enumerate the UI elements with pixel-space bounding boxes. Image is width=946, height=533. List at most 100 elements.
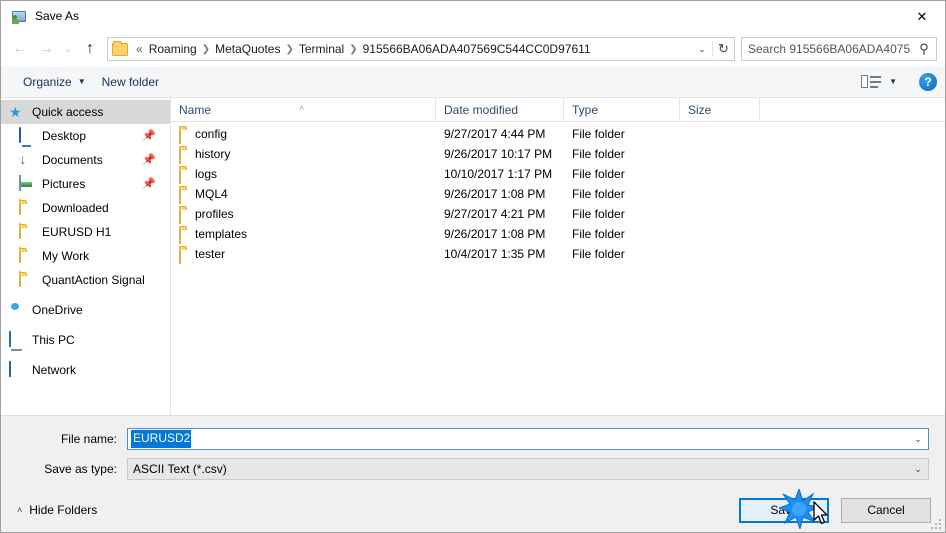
organize-button[interactable]: Organize ▼ [15,71,94,93]
breadcrumb-item-instance[interactable]: 915566BA06ADA407569C544CC0D97611 [360,40,594,58]
back-icon[interactable]: ← [7,36,33,62]
file-name-input[interactable]: EURUSD2 ⌄ [127,428,929,450]
dialog-footer: ˄ Hide Folders Save Cancel [1,488,945,532]
folder-icon [179,126,195,144]
file-name-label: history [195,147,231,161]
column-header-date-modified[interactable]: Date modified [436,97,564,122]
folder-icon [19,223,35,240]
view-options-button[interactable]: ▼ [853,70,905,94]
file-name-label: templates [195,227,248,241]
sidebar-item-label: Network [32,363,77,377]
forward-icon[interactable]: → [33,36,59,62]
folder-icon [179,206,195,224]
file-name-cell: config [171,124,436,144]
recent-locations-icon[interactable]: ⌄ [59,36,77,62]
folder-icon [19,271,35,288]
folder-icon [112,40,128,56]
table-row[interactable]: history 9/26/2017 10:17 PM File folder [171,144,945,164]
cancel-button[interactable]: Cancel [841,497,931,523]
sidebar-item-eurusd-h1[interactable]: EURUSD H1 [1,220,170,244]
sidebar-item-network[interactable]: Network [1,358,170,382]
file-type-cell: File folder [572,207,625,221]
dialog-body: ★ Quick access Desktop 📌 ↓ Documents 📌 P… [1,97,945,415]
file-type-cell: File folder [572,227,625,241]
sidebar-item-documents[interactable]: ↓ Documents 📌 [1,148,170,172]
sidebar-item-pictures[interactable]: Pictures 📌 [1,172,170,196]
address-bar[interactable]: « Roaming ❯ MetaQuotes ❯ Terminal ❯ 9155… [107,37,735,61]
folder-icon [19,199,35,216]
table-row[interactable]: templates 9/26/2017 1:08 PM File folder [171,224,945,244]
folder-icon [179,226,195,244]
folder-icon [179,146,195,164]
hide-folders-button[interactable]: ˄ Hide Folders [13,500,101,520]
chevron-down-icon: ▼ [77,77,86,86]
sidebar-item-downloaded[interactable]: Downloaded [1,196,170,220]
breadcrumb-item-roaming[interactable]: Roaming [146,40,200,58]
file-size-cell [680,164,760,184]
file-size-cell [680,244,760,264]
table-row[interactable]: tester 10/4/2017 1:35 PM File folder [171,244,945,264]
file-name-value: EURUSD2 [131,430,192,448]
view-options-icon [861,74,882,90]
save-as-type-dropdown-icon[interactable]: ⌄ [908,459,928,479]
column-header-type[interactable]: Type [564,97,680,122]
new-folder-button[interactable]: New folder [94,71,167,93]
column-header-name[interactable]: Name ˄ [171,97,436,122]
sidebar-item-quantaction-signal[interactable]: QuantAction Signal [1,268,170,292]
column-header-size[interactable]: Size [680,97,760,122]
pin-icon: 📌 [142,130,156,142]
desktop-icon [19,127,35,144]
sidebar-item-my-work[interactable]: My Work [1,244,170,268]
sidebar-item-label: Pictures [42,177,86,191]
search-icon[interactable]: ⚲ [912,41,936,57]
resize-grip[interactable] [929,517,941,529]
pin-icon: 📌 [142,178,156,190]
title-bar: Save As ✕ [1,1,945,32]
file-name-dropdown-icon[interactable]: ⌄ [908,429,928,449]
sidebar-item-this-pc[interactable]: This PC [1,328,170,352]
file-type-cell: File folder [572,247,625,261]
column-headers: Name ˄ Date modified Type Size [171,97,945,122]
file-name-cell: history [171,144,436,164]
file-name-label: tester [195,247,226,261]
file-name-cell: MQL4 [171,184,436,204]
help-icon[interactable]: ? [919,72,937,91]
sidebar-item-desktop[interactable]: Desktop 📌 [1,124,170,148]
table-row[interactable]: profiles 9/27/2017 4:21 PM File folder [171,204,945,224]
file-name-label: MQL4 [195,187,228,201]
save-as-type-row: Save as type: ASCII Text (*.csv) ⌄ [17,458,929,480]
search-input[interactable] [742,41,912,57]
sidebar-item-label: QuantAction Signal [42,273,145,287]
up-icon[interactable]: ↑ [77,36,103,62]
search-box[interactable]: ⚲ [741,37,937,61]
pin-icon: 📌 [142,154,156,166]
file-size-cell [680,224,760,244]
save-as-type-value: ASCII Text (*.csv) [133,462,227,476]
breadcrumb-item-metaquotes[interactable]: MetaQuotes [212,40,283,58]
close-icon[interactable]: ✕ [899,1,945,32]
address-dropdown-icon[interactable]: ⌄ [692,44,712,55]
file-date-cell: 9/27/2017 4:21 PM [444,207,546,221]
chevron-down-icon: ▼ [889,77,897,86]
sidebar-item-onedrive[interactable]: OneDrive [1,298,170,322]
table-row[interactable]: logs 10/10/2017 1:17 PM File folder [171,164,945,184]
save-form: File name: EURUSD2 ⌄ Save as type: ASCII… [1,415,945,488]
sidebar-item-quick-access[interactable]: ★ Quick access [1,100,170,124]
file-name-cell: profiles [171,204,436,224]
breadcrumb-overflow[interactable]: « [133,42,146,56]
sort-ascending-icon: ˄ [299,102,305,113]
table-row[interactable]: MQL4 9/26/2017 1:08 PM File folder [171,184,945,204]
refresh-icon[interactable]: ↻ [712,41,734,57]
save-button[interactable]: Save [739,497,829,523]
documents-icon: ↓ [19,151,27,168]
file-size-cell [680,204,760,224]
chevron-right-icon: ❯ [201,43,211,55]
breadcrumb-item-terminal[interactable]: Terminal [296,40,347,58]
file-date-cell: 9/27/2017 4:44 PM [444,127,546,141]
save-as-type-select[interactable]: ASCII Text (*.csv) ⌄ [127,458,929,480]
save-as-dialog: Save As ✕ ← → ⌄ ↑ « Roaming ❯ MetaQuotes… [0,0,946,533]
file-date-cell: 9/26/2017 10:17 PM [444,147,553,161]
file-size-cell [680,184,760,204]
table-row[interactable]: config 9/27/2017 4:44 PM File folder [171,124,945,144]
file-type-cell: File folder [572,187,625,201]
